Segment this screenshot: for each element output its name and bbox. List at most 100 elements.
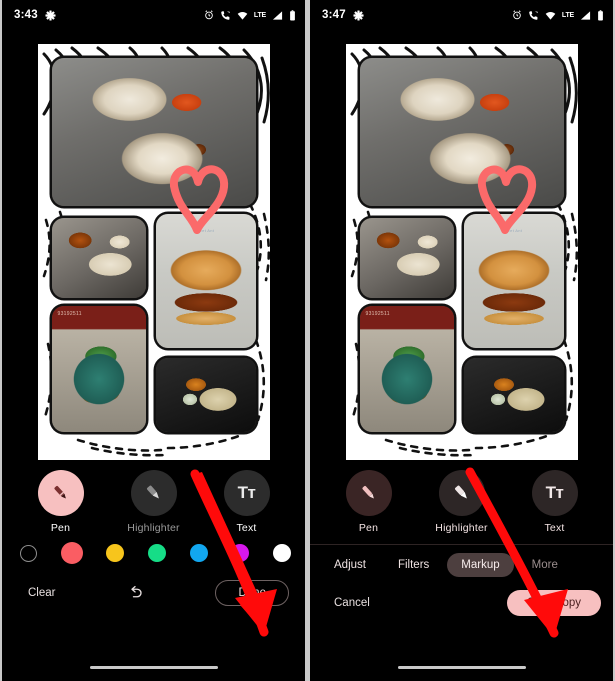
- pen-button-circle[interactable]: [345, 470, 392, 516]
- missed-call-icon: [528, 10, 539, 21]
- photo-fill: [51, 306, 146, 432]
- status-time: 3:43: [14, 9, 38, 21]
- status-bar-right-group: LTE: [204, 9, 296, 21]
- photo-fill: [359, 218, 454, 298]
- asterisk-icon: [353, 9, 364, 21]
- tool-label: Text: [236, 522, 257, 534]
- black-plate-photo[interactable]: [155, 358, 256, 432]
- rice-curry-thali-photo[interactable]: [359, 58, 564, 206]
- blue-swatch[interactable]: [189, 544, 208, 562]
- status-bar-right: 3:47 LTE: [310, 0, 613, 30]
- home-indicator[interactable]: [397, 666, 526, 669]
- tab-filters[interactable]: Filters: [384, 553, 443, 577]
- wifi-icon: [237, 10, 248, 21]
- wifi-icon: [545, 10, 556, 21]
- white-swatch[interactable]: [272, 544, 291, 562]
- red-swatch[interactable]: [60, 542, 83, 564]
- tool-pen[interactable]: Pen: [338, 470, 400, 534]
- photo-fill: [463, 358, 564, 432]
- tab-markup[interactable]: Markup: [447, 553, 514, 577]
- status-bar-right-group: LTE: [512, 9, 604, 21]
- chaat-signboard-caption: 93192511: [365, 311, 390, 317]
- burger-wrapper-caption: Sweet Ant: [501, 228, 523, 233]
- status-time: 3:47: [322, 9, 346, 21]
- chaat-bowl-photo[interactable]: 93192511: [51, 306, 146, 432]
- pen-icon: [53, 485, 66, 499]
- signal-icon: [272, 10, 283, 21]
- chaat-signboard-caption: 93192511: [57, 311, 82, 317]
- battery-icon: [289, 9, 296, 21]
- edit-mode-tabs: Adjust Filters Markup More: [310, 545, 613, 577]
- markup-tool-row-left: Pen Highlighter Tт Text: [2, 460, 305, 534]
- text-button-circle[interactable]: Tт: [223, 470, 270, 516]
- photo-canvas-right[interactable]: Sweet Ant 93192511: [310, 30, 613, 460]
- asterisk-icon: [45, 9, 56, 21]
- photo-collage[interactable]: Sweet Ant 93192511: [345, 44, 578, 460]
- text-icon: Tт: [545, 483, 564, 502]
- alarm-icon: [204, 10, 214, 20]
- photo-fill: [155, 358, 256, 432]
- black-plate-photo[interactable]: [463, 358, 564, 432]
- pen-icon: [361, 485, 374, 499]
- undo-icon: [131, 585, 143, 598]
- tab-more[interactable]: More: [518, 553, 572, 577]
- highlighter-button-circle[interactable]: [438, 470, 485, 516]
- photo-fill: [51, 218, 146, 298]
- photo-collage[interactable]: Sweet Ant 93192511: [37, 44, 270, 460]
- green-swatch[interactable]: [147, 544, 166, 562]
- save-copy-button[interactable]: Save copy: [507, 590, 601, 616]
- eraser-swatch[interactable]: [20, 544, 37, 562]
- burger-photo[interactable]: Sweet Ant: [155, 214, 256, 348]
- text-icon: Tт: [237, 483, 256, 502]
- burger-photo[interactable]: Sweet Ant: [463, 214, 564, 348]
- roti-plate-photo[interactable]: [51, 218, 146, 298]
- editor-footer: Cancel Save copy: [310, 577, 613, 616]
- missed-call-icon: [220, 10, 231, 21]
- clear-button[interactable]: Clear: [28, 587, 55, 599]
- text-button-circle[interactable]: Tт: [531, 470, 578, 516]
- tool-pen[interactable]: Pen: [30, 470, 92, 534]
- comparison-screenshot: 3:43 LTE Sweet Ant 93192511 Pen Highligh…: [0, 0, 615, 681]
- highlighter-button-circle[interactable]: [130, 470, 177, 516]
- photo-fill: [51, 58, 256, 206]
- tool-label: Pen: [358, 522, 379, 534]
- markup-footer-left: Clear Done: [2, 564, 305, 606]
- yellow-swatch[interactable]: [106, 544, 125, 562]
- magenta-swatch[interactable]: [231, 544, 250, 562]
- highlighter-icon: [146, 485, 159, 499]
- tool-highlighter[interactable]: Highlighter: [431, 470, 493, 534]
- home-indicator[interactable]: [89, 666, 218, 669]
- chaat-bowl-photo[interactable]: 93192511: [359, 306, 454, 432]
- markup-tool-row-right: Pen Highlighter Tт Text: [310, 460, 613, 534]
- lte-label: LTE: [561, 11, 574, 19]
- tool-label: Text: [544, 522, 565, 534]
- tool-text[interactable]: Tт Text: [524, 470, 586, 534]
- photo-fill: [155, 214, 256, 348]
- pen-button-circle[interactable]: [37, 470, 84, 516]
- highlighter-icon: [454, 485, 467, 499]
- tool-label: Highlighter: [435, 522, 488, 534]
- photo-fill: [359, 306, 454, 432]
- rice-curry-thali-photo[interactable]: [51, 58, 256, 206]
- status-bar-left-group: 3:43: [14, 9, 56, 21]
- roti-plate-photo[interactable]: [359, 218, 454, 298]
- undo-button[interactable]: [126, 584, 144, 602]
- tool-label: Highlighter: [127, 522, 180, 534]
- photo-canvas-left[interactable]: Sweet Ant 93192511: [2, 30, 305, 460]
- color-swatch-row: [2, 534, 305, 564]
- battery-icon: [597, 9, 604, 21]
- burger-wrapper-caption: Sweet Ant: [193, 228, 215, 233]
- status-bar-left-group: 3:47: [322, 9, 364, 21]
- phone-screen-markup-editor: 3:47 LTE Sweet Ant 93192511 Pen Highligh…: [310, 0, 613, 681]
- done-button[interactable]: Done: [215, 580, 289, 606]
- photo-fill: [359, 58, 564, 206]
- tool-text[interactable]: Tт Text: [216, 470, 278, 534]
- lte-label: LTE: [253, 11, 266, 19]
- phone-screen-markup-pen: 3:43 LTE Sweet Ant 93192511 Pen Highligh…: [2, 0, 305, 681]
- signal-icon: [580, 10, 591, 21]
- photo-fill: [463, 214, 564, 348]
- tool-highlighter[interactable]: Highlighter: [123, 470, 185, 534]
- tab-adjust[interactable]: Adjust: [320, 553, 380, 577]
- tool-label: Pen: [50, 522, 71, 534]
- cancel-button[interactable]: Cancel: [334, 597, 370, 609]
